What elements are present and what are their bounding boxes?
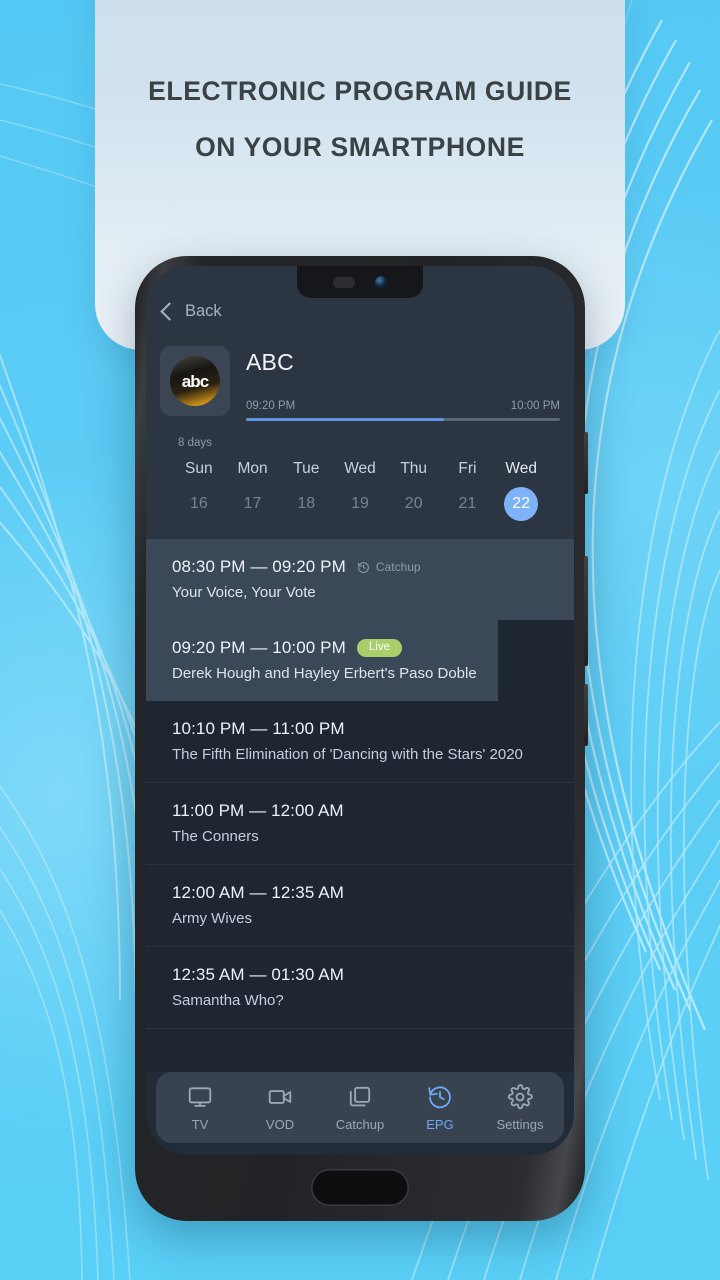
nav-label: TV [191,1117,209,1132]
phone-notch [297,266,423,298]
chevron-left-icon [160,301,179,321]
clock-rewind-icon [428,1086,451,1109]
program-title: Derek Hough and Hayley Erbert's Paso Dob… [172,665,477,682]
nav-label: VOD [265,1117,295,1132]
program-time: 12:00 AM — 12:35 AM [172,883,344,902]
day-number: 20 [404,495,423,512]
day-name: Sun [185,460,213,477]
program-row-top: 09:20 PM — 10:00 PM Live [172,638,574,658]
program-title: Your Voice, Your Vote [172,584,316,601]
nav-item-catchup[interactable]: Catchup [320,1084,400,1132]
program-row-top: 12:00 AM — 12:35 AM [172,883,574,903]
day-cell[interactable]: Sun 16 [172,460,226,521]
day-cell[interactable]: Mon 17 [226,460,280,521]
gear-icon [507,1084,533,1110]
now-playing-times: 09:20 PM 10:00 PM [246,400,560,412]
now-end-time: 10:00 PM [510,400,560,412]
nav-item-epg[interactable]: EPG [400,1084,480,1132]
channel-name: ABC [246,349,294,375]
program-row[interactable]: 09:20 PM — 10:00 PM Live Derek Hough and H… [146,620,574,701]
day-number: 22 [504,487,539,521]
program-title: Army Wives [172,910,252,927]
abc-logo-text: abc [181,371,209,391]
program-time: 09:20 PM — 10:00 PM [172,638,346,657]
day-cell[interactable]: Tue 18 [279,460,333,521]
front-camera-icon [374,275,388,289]
headline-line-2: ON YOUR SMARTPHONE [195,131,525,162]
video-camera-icon [268,1090,292,1104]
program-time: 08:30 PM — 09:20 PM [172,557,346,576]
channel-row: abc ABC 09:20 PM 10:00 PM [160,334,560,421]
nav-item-tv[interactable]: TV [160,1084,240,1132]
nav-item-settings[interactable]: Settings [480,1084,560,1132]
day-name: Fri [458,460,477,477]
back-label: Back [185,301,222,320]
day-name: Mon [237,460,268,477]
now-start-time: 09:20 PM [246,400,296,412]
catchup-badge-label: Catchup [375,560,421,574]
day-name: Wed [344,460,376,477]
program-time: 10:10 PM — 11:00 PM [172,719,345,738]
nav-label: EPG [426,1117,454,1132]
program-title: The Conners [172,828,259,845]
program-row-top: 12:35 AM — 01:30 AM [172,965,574,985]
day-number: 17 [243,495,262,512]
phone-side-button-mid[interactable] [584,556,588,666]
program-time: 11:00 PM — 12:00 AM [172,801,344,820]
day-number: 21 [458,495,477,512]
abc-logo-icon: abc [170,356,220,406]
program-row[interactable]: 12:00 AM — 12:35 AM Army Wives [146,865,574,947]
phone-mockup: Back abc ABC 09:20 PM 10:00 PM 8 days Su… [135,256,588,1221]
program-time: 12:35 AM — 01:30 AM [172,965,344,984]
day-number: 16 [189,495,208,512]
clock-rewind-icon [357,561,369,573]
day-cell[interactable]: Thu 20 [387,460,441,521]
phone-home-button[interactable] [311,1169,409,1206]
program-row-top: 11:00 PM — 12:00 AM [172,801,574,821]
now-playing-progress-bar[interactable] [246,418,560,421]
day-selector: 8 days Sun 16 Mon 17 Tue 18 Wed 19 Thu 20 Fri 21 Wed… [160,421,560,521]
program-row-top: 08:30 PM — 09:20 PM Catchup [172,557,574,577]
day-name: Wed [505,460,537,477]
progress-fill [246,418,444,421]
catchup-badge[interactable]: Catchup [357,560,421,574]
program-title: The Fifth Elimination of 'Dancing with t… [172,746,523,763]
epg-screen: Back abc ABC 09:20 PM 10:00 PM 8 days Su… [146,266,574,1155]
program-list[interactable]: 08:30 PM — 09:20 PM Catchup Your Voice, Yo… [146,539,574,1072]
program-row-top: 10:10 PM — 11:00 PM [172,719,574,739]
nav-label: Catchup [335,1117,385,1132]
day-number: 18 [297,495,316,512]
earpiece-speaker-icon [332,276,355,288]
bottom-navigation: TV VOD Catchup EPG Settings [156,1072,564,1143]
phone-screen-frame: Back abc ABC 09:20 PM 10:00 PM 8 days Su… [146,266,574,1155]
day-cell[interactable]: Fri 21 [441,460,495,521]
program-title: Samantha Who? [172,992,284,1009]
tv-monitor-icon [188,1087,212,1107]
day-cell[interactable]: Wed 22 [494,460,548,521]
live-badge: Live [356,638,402,658]
program-row[interactable]: 10:10 PM — 11:00 PM The Fifth Elimination… [146,701,574,783]
program-row[interactable]: 08:30 PM — 09:20 PM Catchup Your Voice, Yo… [146,539,574,620]
day-cell[interactable]: Wed 19 [333,460,387,521]
day-name: Tue [293,460,320,477]
channel-logo[interactable]: abc [160,346,230,416]
phone-side-button-bottom[interactable] [584,684,588,746]
phone-side-button-top[interactable] [584,432,588,494]
program-row[interactable]: 12:35 AM — 01:30 AM Samantha Who? [146,947,574,1029]
channel-header: Back abc ABC 09:20 PM 10:00 PM 8 days Su… [146,266,574,539]
nav-item-vod[interactable]: VOD [240,1084,320,1132]
headline-line-1: ELECTRONIC PROGRAM GUIDE [148,76,572,106]
days-count-label: 8 days [178,437,212,449]
days-grid: Sun 16 Mon 17 Tue 18 Wed 19 Thu 20 Fri 21 Wed 22 [172,460,548,521]
program-row[interactable]: 11:00 PM — 12:00 AM The Conners [146,783,574,865]
layers-icon [349,1086,371,1107]
nav-label: Settings [496,1117,544,1132]
channel-info: ABC 09:20 PM 10:00 PM [246,346,560,421]
day-number: 19 [351,495,369,512]
day-name: Thu [400,460,428,477]
